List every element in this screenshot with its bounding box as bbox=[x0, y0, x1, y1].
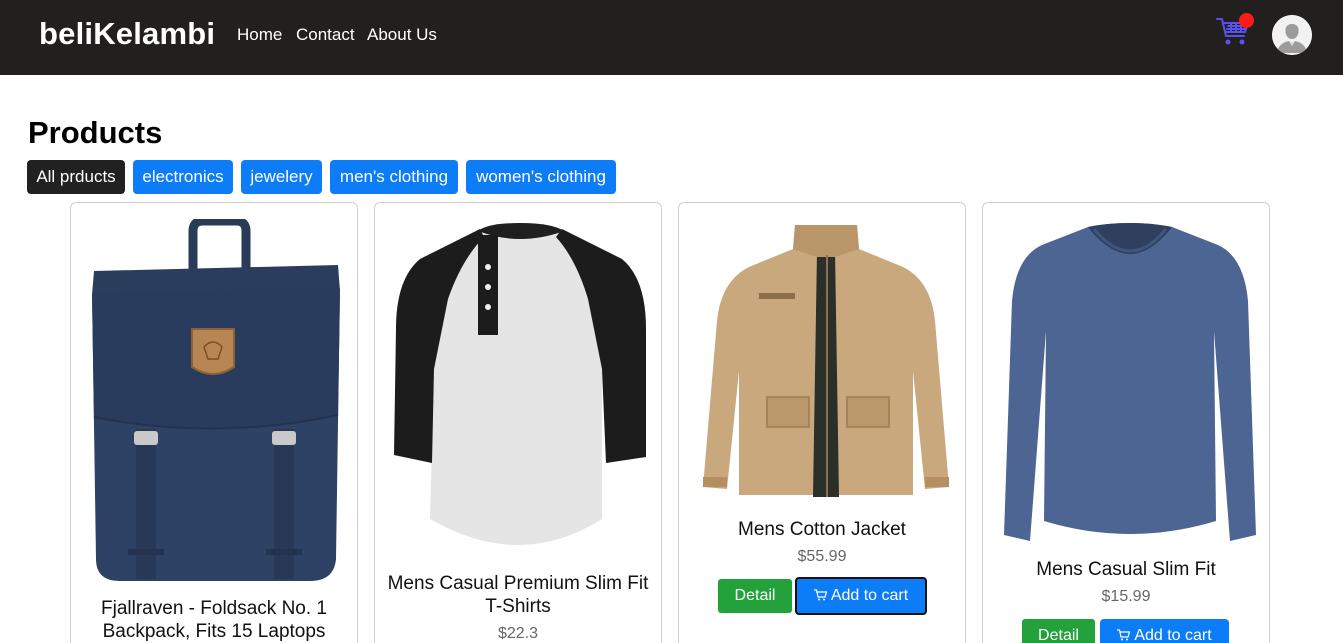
add-to-cart-button[interactable]: Add to cart bbox=[795, 577, 927, 615]
product-title[interactable]: Mens Casual Slim Fit bbox=[993, 558, 1259, 581]
cart-icon bbox=[1117, 629, 1131, 641]
product-card: Mens Casual Premium Slim Fit T-Shirts $2… bbox=[374, 202, 662, 643]
product-image-raglan-tshirt bbox=[394, 223, 646, 545]
product-card: Mens Cotton Jacket $55.99 Detail Add to … bbox=[678, 202, 966, 643]
filter-jewelery-button[interactable]: jewelery bbox=[241, 160, 322, 194]
nav-link-home[interactable]: Home bbox=[237, 25, 282, 45]
filter-electronics-button[interactable]: electronics bbox=[133, 160, 233, 194]
product-title[interactable]: Fjallraven - Foldsack No. 1 Backpack, Fi… bbox=[81, 597, 347, 643]
filter-all-products-button[interactable]: All prducts bbox=[27, 160, 125, 194]
product-card: Fjallraven - Foldsack No. 1 Backpack, Fi… bbox=[70, 202, 358, 643]
nav-link-contact[interactable]: Contact bbox=[296, 25, 355, 45]
navbar: beliKelambi Home Contact About Us bbox=[0, 0, 1343, 75]
detail-button[interactable]: Detail bbox=[1022, 619, 1095, 643]
add-to-cart-button[interactable]: Add to cart bbox=[1100, 619, 1229, 643]
product-image-backpack bbox=[92, 219, 340, 581]
add-to-cart-label: Add to cart bbox=[1134, 627, 1212, 643]
detail-button[interactable]: Detail bbox=[718, 579, 792, 613]
product-price: $55.99 bbox=[797, 548, 847, 565]
product-title[interactable]: Mens Cotton Jacket bbox=[689, 518, 955, 541]
product-image-cotton-jacket bbox=[703, 225, 949, 497]
page-title: Products bbox=[28, 115, 163, 150]
filter-mens-clothing-button[interactable]: men's clothing bbox=[330, 160, 458, 194]
add-to-cart-label: Add to cart bbox=[830, 587, 909, 604]
shopping-cart-button[interactable] bbox=[1215, 13, 1255, 49]
brand-logo[interactable]: beliKelambi bbox=[39, 16, 215, 52]
nav-link-about-us[interactable]: About Us bbox=[367, 25, 437, 45]
product-image-long-sleeve-shirt bbox=[1004, 223, 1256, 541]
cart-icon bbox=[813, 589, 827, 601]
user-avatar[interactable] bbox=[1272, 15, 1312, 55]
cart-notification-badge bbox=[1239, 13, 1254, 28]
product-title[interactable]: Mens Casual Premium Slim Fit T-Shirts bbox=[385, 572, 651, 618]
user-icon bbox=[1272, 15, 1312, 55]
product-price: $22.3 bbox=[497, 625, 539, 642]
product-card: Mens Casual Slim Fit $15.99 Detail Add t… bbox=[982, 202, 1270, 643]
filter-womens-clothing-button[interactable]: women's clothing bbox=[466, 160, 616, 194]
product-price: $15.99 bbox=[1101, 588, 1151, 605]
